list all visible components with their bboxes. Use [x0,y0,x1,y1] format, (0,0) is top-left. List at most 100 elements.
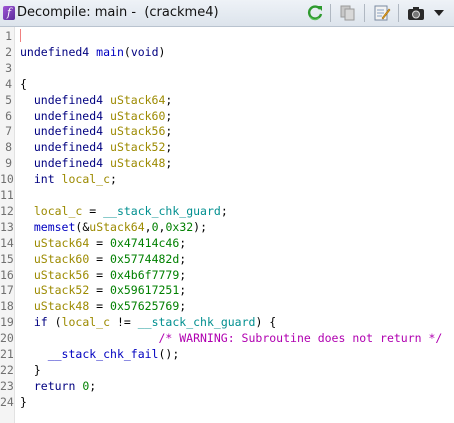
title-bar: f Decompile: main - (crackme4) [0,0,454,27]
code-editor[interactable]: 1 2 undefined4 main(void) 3 4{5 undefined4 u… [0,27,454,423]
code-line[interactable]: 8 undefined4 uStack52; [0,139,454,155]
code-token: ) { [255,315,277,330]
code-line[interactable]: 7 undefined4 uStack56; [0,123,454,139]
code-text: __stack_chk_fail(); [20,346,180,362]
code-token: uStack64 [110,92,166,107]
code-line[interactable]: 21 __stack_chk_fail(); [0,346,454,362]
code-line[interactable]: 16 uStack56 = 0x4b6f7779; [0,267,454,283]
code-text: /* WARNING: Subroutine does not return *… [20,330,442,346]
decompiler-window: f Decompile: main - (crackme4) 1 2 undef… [0,0,454,423]
line-number: 14 [0,235,14,250]
code-token: { [20,76,27,91]
code-line[interactable]: 14 uStack64 = 0x47414c46; [0,235,454,251]
refresh-icon [308,5,323,21]
code-token: __stack_chk_guard [137,315,256,330]
code-token: } [20,394,27,409]
code-line[interactable]: 4{ [0,76,454,92]
code-line[interactable]: 9 undefined4 uStack48; [0,155,454,171]
code-token: undefined4 [20,140,111,155]
code-token: uStack48 [110,156,166,171]
code-token: } [20,362,41,377]
code-token: undefined4 [20,108,111,123]
code-token: = [89,299,111,314]
line-number: 9 [5,156,12,171]
code-token: undefined4 [20,156,111,171]
code-line[interactable]: 10 int local_c; [0,171,454,187]
code-line[interactable]: 20 /* WARNING: Subroutine does not retur… [0,330,454,346]
edit-icon [374,5,391,21]
code-token: 0x57625769 [110,299,180,314]
code-token: ; [165,124,173,139]
code-line[interactable]: 6 undefined4 uStack60; [0,108,454,124]
line-number: 16 [0,267,14,282]
code-line[interactable]: 3 [0,60,454,76]
code-token: != [110,315,138,330]
code-token: local_c [61,172,111,187]
code-line[interactable]: 24} [0,394,454,410]
line-number: 5 [5,92,12,107]
code-text: int local_c; [20,171,117,187]
toolbar-separator [364,4,365,22]
line-number: 12 [0,203,14,218]
code-line[interactable]: 23 return 0; [0,378,454,394]
code-text: return 0; [20,378,96,394]
code-token: uStack52 [33,283,90,298]
line-number: 10 [0,172,14,187]
code-token: ; [179,283,187,298]
code-token: __stack_chk_guard [103,203,221,218]
code-line[interactable]: 1 [0,28,454,44]
code-line[interactable]: 12 local_c = __stack_chk_guard; [0,203,454,219]
code-token: undefined4 [20,92,111,107]
line-number: 3 [5,60,12,75]
code-token: /* WARNING: Subroutine does not return *… [20,331,443,346]
code-text: uStack60 = 0x5774482d; [20,251,186,267]
code-line[interactable]: 15 uStack60 = 0x5774482d; [0,251,454,267]
code-token: undefined4 [20,44,97,59]
menu-dropdown-button[interactable] [430,3,448,23]
copy-button[interactable] [337,3,357,23]
code-line[interactable]: 2 undefined4 main(void) [0,44,454,60]
code-line[interactable]: 5 undefined4 uStack64; [0,92,454,108]
code-token: ; [110,172,117,187]
line-number: 21 [0,347,14,361]
edit-button[interactable] [372,3,392,23]
line-number: 19 [0,315,14,330]
code-token: void [130,44,159,59]
code-line[interactable]: 18 uStack48 = 0x57625769; [0,298,454,314]
code-token: ; [179,267,187,282]
code-text: undefined4 uStack64; [20,92,173,108]
code-line[interactable]: 22 } [0,362,454,378]
code-text: uStack56 = 0x4b6f7779; [20,267,186,283]
code-text: undefined4 uStack56; [20,123,173,139]
code-token: 0x59617251 [110,283,180,298]
code-token: __stack_chk_fail [47,347,159,361]
snapshot-button[interactable] [406,3,426,23]
code-line[interactable]: 17 uStack52 = 0x59617251; [0,282,454,298]
line-number: 20 [0,331,14,346]
code-token: ; [179,251,187,266]
code-token: ; [89,378,97,393]
code-token: uStack64 [33,235,90,250]
code-token: uStack64 [89,219,145,234]
toolbar-separator [330,4,331,22]
code-token: ; [165,140,173,155]
code-text: undefined4 main(void) [20,44,165,60]
code-line[interactable]: 11 [0,187,454,203]
refresh-button[interactable] [305,3,325,23]
code-text: } [20,362,41,378]
line-number: 17 [0,283,14,298]
code-token: 0 [151,219,159,234]
code-token: 0x32 [165,219,194,234]
code-token: = [89,283,111,298]
code-text: undefined4 uStack60; [20,108,173,124]
code-text: undefined4 uStack52; [20,139,173,155]
code-token: main [96,44,124,59]
code-token: , [144,219,152,234]
code-token: (); [158,347,180,361]
code-line[interactable]: 13 memset(&uStack64,0,0x32); [0,219,454,235]
code-line[interactable]: 19 if (local_c != __stack_chk_guard) { [0,314,454,330]
